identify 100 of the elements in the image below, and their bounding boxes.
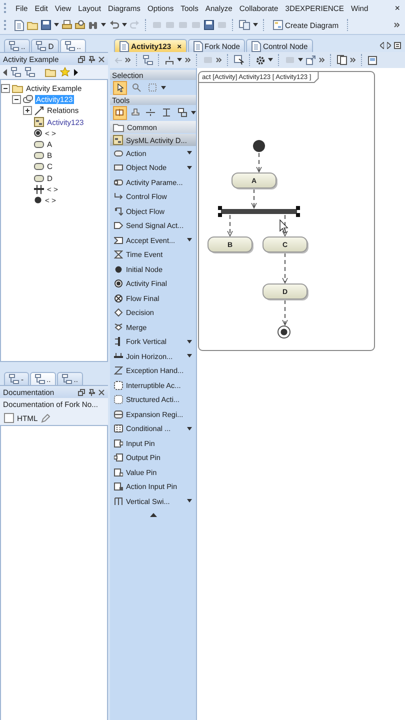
value-pin-icon [114,468,123,477]
object-node-icon [114,163,123,172]
gear-icon[interactable] [256,56,265,64]
send-signal-icon [114,221,123,230]
caret-icon [101,23,106,27]
hierarchy-icon [9,41,19,51]
scroll-up-icon[interactable] [150,512,156,516]
layout-icon[interactable] [165,56,174,64]
close-button[interactable]: × [394,3,400,13]
diagram-icon [119,40,129,52]
separator-icon [146,108,156,117]
expansion-region-icon [114,410,123,419]
restore-icon[interactable] [78,56,85,62]
hourglass-icon [114,250,123,260]
action-node[interactable] [208,236,254,254]
copy-icon [239,20,250,30]
pencil-icon[interactable] [40,414,50,422]
collapse-icon[interactable] [12,95,21,104]
checkbox[interactable] [4,413,14,423]
caret-icon [54,23,59,27]
cursor-tool-icon[interactable] [234,55,244,65]
control-flow-arrow[interactable] [282,214,288,236]
action-node[interactable] [262,284,308,300]
disabled-tool-icon [217,20,227,30]
initial-node-icon [114,264,123,274]
chevron-icon [350,57,356,63]
save-icon [41,20,51,30]
join-icon [114,352,123,361]
left-arrow-icon[interactable] [3,68,7,76]
star-icon[interactable] [60,67,70,77]
undo-icon [109,20,119,30]
control-flow-arrow[interactable] [256,152,262,172]
restore-icon[interactable] [78,388,85,396]
action-node[interactable] [232,172,278,190]
control-flow-arrow[interactable] [251,188,257,208]
caret-icon [161,86,166,90]
action-node[interactable] [262,236,308,254]
export-icon[interactable] [306,55,316,65]
pages-icon[interactable] [337,55,347,65]
diamond-icon [114,308,123,318]
chevron-icon [185,57,191,63]
list-icon[interactable] [394,42,401,49]
close-icon[interactable] [98,388,105,396]
caret-icon [298,58,303,62]
redo-icon [130,20,140,30]
swimlane-icon [114,496,123,506]
printer-icon [62,20,72,30]
layers-icon [178,108,187,117]
control-flow-arrow[interactable] [282,300,288,326]
diagram-icon [192,40,203,52]
pin-icon[interactable] [88,388,95,396]
panel-icon[interactable] [368,56,377,64]
print-preview-icon [75,20,85,30]
chevron-icon [394,22,400,28]
pin-icon[interactable] [88,56,95,62]
stamp-icon [130,108,140,117]
marquee-icon [148,83,156,92]
align-icon [162,108,172,117]
tool-button[interactable] [113,106,127,120]
hierarchy-icon [62,374,72,384]
action-icon [114,148,123,158]
documentation-field[interactable] [0,425,108,720]
chevron-icon [319,57,325,63]
conditional-icon [114,424,123,434]
right-arrow-icon[interactable] [74,68,78,76]
diagram-icon [113,135,123,145]
save-icon [204,20,214,30]
activity-icon [23,94,33,105]
disabled-tool-icon [203,55,213,65]
left-arrow-icon[interactable] [380,42,384,49]
tool-button[interactable] [113,80,127,94]
text-box-icon [115,108,124,117]
tool-button[interactable] [175,106,189,120]
new-document-icon [14,20,24,30]
caret-icon [253,23,258,27]
relation-line-icon [34,106,44,116]
folder-icon [113,122,124,132]
caret-icon [268,58,273,62]
caret-icon [190,110,196,114]
control-flow-arrow[interactable] [227,214,233,236]
parameter-node-icon [114,178,123,187]
control-flow-arrow[interactable] [282,252,288,284]
input-pin-icon [114,438,123,448]
mouse-pointer-icon [280,219,288,234]
binoculars-icon [88,20,98,30]
open-folder-icon [27,20,38,30]
hierarchy-icon [34,374,45,384]
diagram-icon [34,117,44,128]
initial-node[interactable] [253,140,265,152]
diagram-icon [251,40,261,52]
pointer-icon [116,83,124,92]
fork-bar[interactable] [218,206,300,217]
control-flow-icon [114,192,123,202]
caret-icon [122,23,127,27]
collapse-icon[interactable] [1,84,10,94]
hierarchy-icon [143,55,153,65]
collapse-tree-icon [11,67,21,77]
close-icon[interactable] [98,56,105,62]
expand-icon[interactable] [23,106,32,116]
merge-icon [114,322,123,332]
